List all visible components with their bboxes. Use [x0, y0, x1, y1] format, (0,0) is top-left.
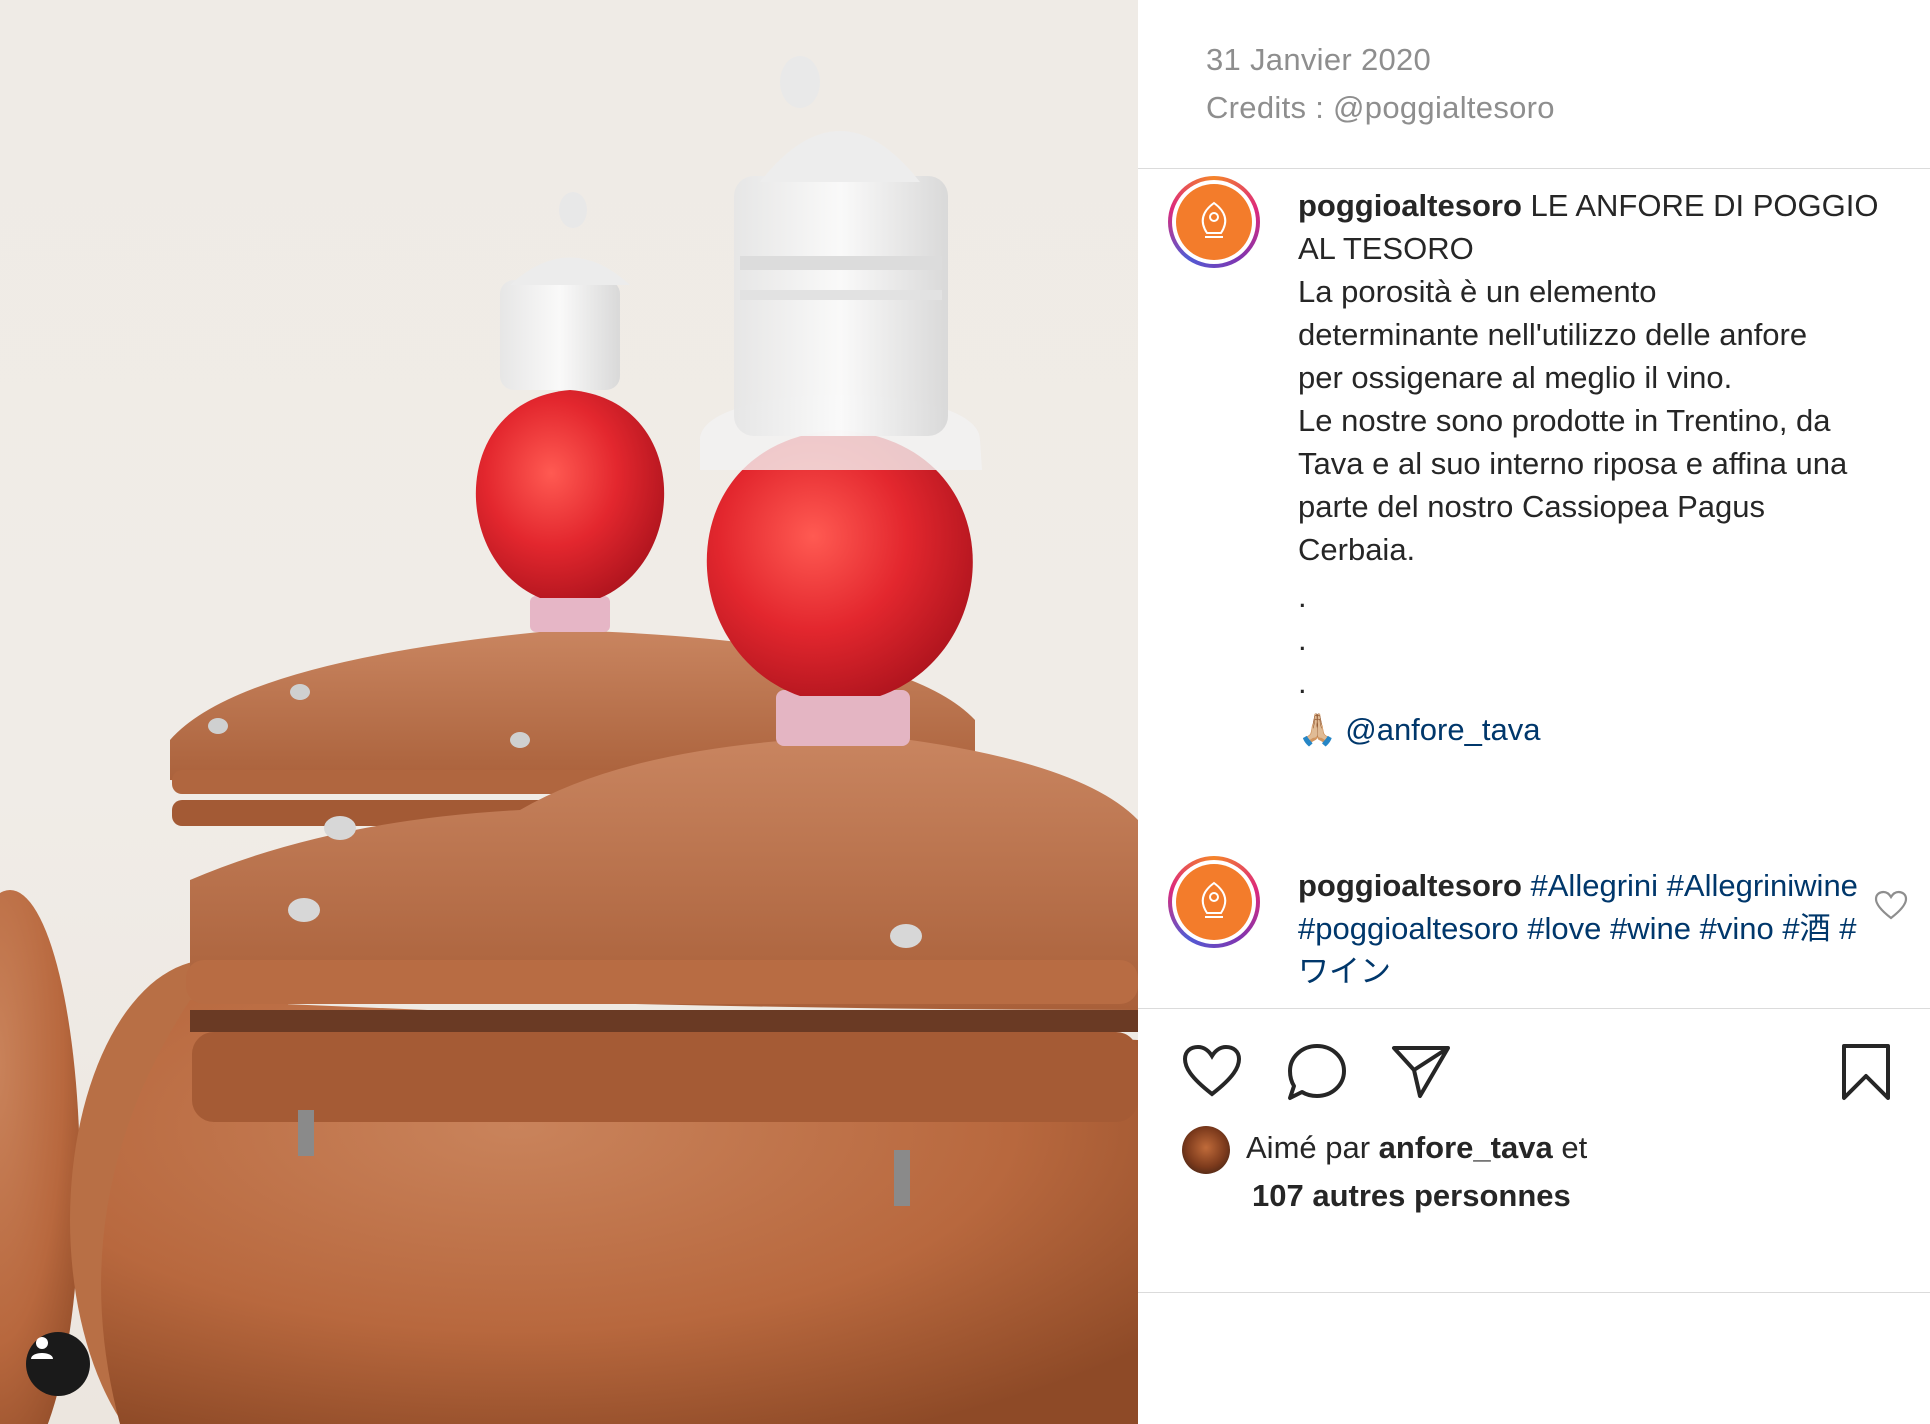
bookmark-icon — [1842, 1044, 1890, 1100]
caption-dot: . — [1298, 622, 1307, 657]
post-sidebar: 31 Janvier 2020 Credits : @poggialtesoro… — [1138, 0, 1930, 1424]
praying-hands-emoji: 🙏🏼 — [1298, 712, 1337, 747]
post-photo[interactable] — [0, 0, 1138, 1424]
like-button[interactable] — [1182, 1044, 1242, 1098]
likes-count[interactable]: 107 autres personnes — [1252, 1178, 1571, 1213]
heart-icon — [1182, 1044, 1242, 1097]
comment-username[interactable]: poggioaltesoro — [1298, 868, 1522, 903]
comment-button[interactable] — [1286, 1042, 1348, 1102]
hashtag-comment: poggioaltesoro #Allegrini #Allegriniwine… — [1298, 864, 1858, 993]
comment-like-button[interactable] — [1874, 890, 1908, 925]
paper-plane-icon — [1392, 1046, 1450, 1098]
hashtag-link[interactable]: #酒 — [1782, 911, 1830, 946]
author-avatar[interactable] — [1168, 176, 1260, 268]
footer-divider — [1138, 1292, 1930, 1293]
post-credits: Credits : @poggialtesoro — [1206, 90, 1555, 125]
hashtag-link[interactable]: #wine — [1610, 911, 1691, 946]
post-caption: poggioaltesoro LE ANFORE DI POGGIO AL TE… — [1298, 184, 1918, 751]
caption-line: parte del nostro Cassiopea Pagus — [1298, 489, 1766, 524]
liker-username[interactable]: anfore_tava — [1379, 1130, 1553, 1165]
caption-line: determinante nell'utilizzo delle anfore — [1298, 317, 1808, 352]
caption-line: per ossigenare al meglio il vino. — [1298, 360, 1733, 395]
small-heart-icon — [1874, 890, 1908, 920]
amphora-illustration — [0, 56, 1138, 1424]
share-button[interactable] — [1390, 1044, 1452, 1100]
caption-username[interactable]: poggioaltesoro — [1298, 188, 1522, 223]
hashtag-link[interactable]: #Allegrini — [1531, 868, 1659, 903]
caption-dot: . — [1298, 579, 1307, 614]
hashtag-link[interactable]: #love — [1527, 911, 1601, 946]
tagged-people-button[interactable] — [26, 1332, 90, 1396]
caption-line: Tava e al suo interno riposa e affina un… — [1298, 446, 1848, 481]
caption-line: La porosità è un elemento — [1298, 274, 1657, 309]
caption-dot: . — [1298, 665, 1307, 700]
likes-prefix: Aimé par — [1246, 1130, 1371, 1165]
hashtag-link[interactable]: #vino — [1700, 911, 1774, 946]
actions-divider — [1138, 1008, 1930, 1009]
hashtag-link[interactable]: #Allegriniwine — [1667, 868, 1858, 903]
comment-author-avatar[interactable] — [1168, 856, 1260, 948]
hashtag-link[interactable]: #poggioaltesoro — [1298, 911, 1519, 946]
likes-conj: et — [1561, 1130, 1588, 1165]
comment-icon — [1288, 1044, 1346, 1100]
caption-line: Le nostre sono prodotte in Trentino, da — [1298, 403, 1831, 438]
save-button[interactable] — [1840, 1042, 1892, 1102]
post-date: 31 Janvier 2020 — [1206, 42, 1432, 77]
brand-logo-icon — [1201, 201, 1227, 238]
header-divider — [1138, 168, 1930, 169]
liker-avatar[interactable] — [1182, 1126, 1230, 1174]
likes-summary: Aimé par anfore_tava et 107 autres perso… — [1246, 1124, 1906, 1220]
mention-link[interactable]: @anfore_tava — [1345, 712, 1540, 747]
brand-logo-icon — [1201, 881, 1227, 918]
caption-line: Cerbaia. — [1298, 532, 1416, 567]
